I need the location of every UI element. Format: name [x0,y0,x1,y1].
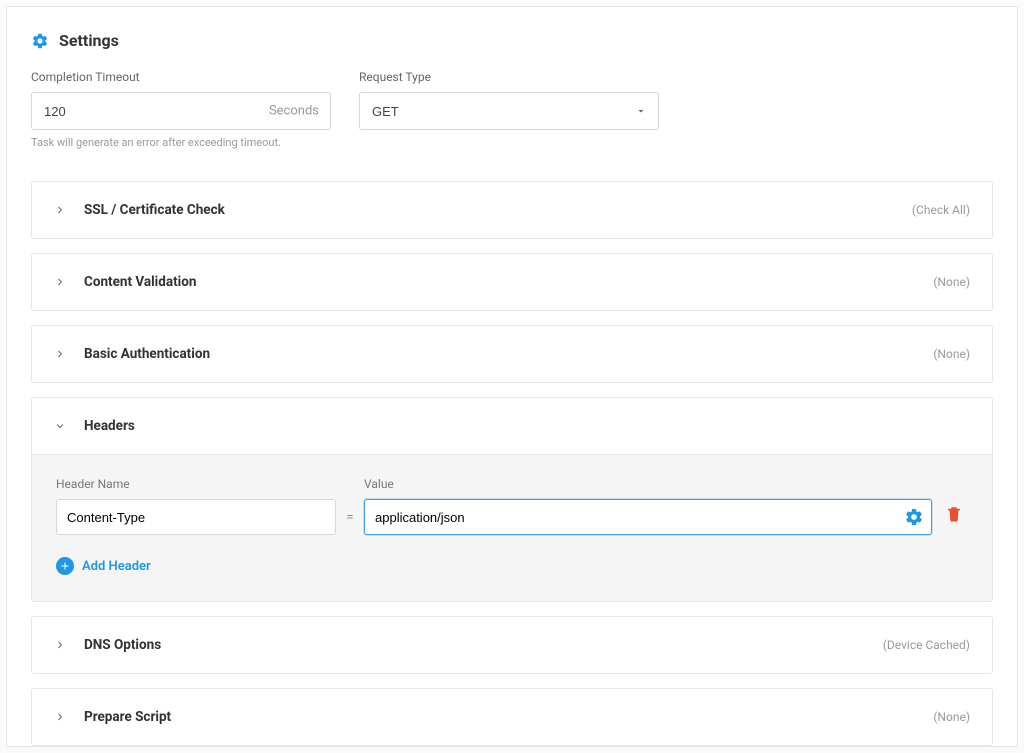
add-header-button[interactable]: Add Header [56,557,968,575]
header-row: Header Name = Value [56,477,968,535]
headers-body: Header Name = Value [32,454,992,601]
request-type-selected: GET [372,104,399,119]
section-headers-title: Headers [84,418,970,434]
chevron-right-icon [54,204,66,216]
section-ssl-status: (Check All) [912,203,970,217]
page-title: Settings [59,31,119,50]
section-dns: DNS Options (Device Cached) [31,616,993,674]
section-basic-auth-status: (None) [933,347,970,361]
section-headers-head[interactable]: Headers [32,398,992,454]
header-delete-col [940,503,968,535]
completion-timeout-input[interactable] [31,92,331,130]
delete-header-button[interactable] [943,503,965,525]
section-basic-auth-title: Basic Authentication [84,346,933,362]
add-header-label: Add Header [82,559,151,574]
section-ssl-head[interactable]: SSL / Certificate Check (Check All) [32,182,992,238]
section-prepare-script: Prepare Script (None) [31,688,993,746]
completion-timeout-field: Completion Timeout Seconds Task will gen… [31,70,331,149]
section-content-validation-title: Content Validation [84,274,933,290]
request-type-select[interactable]: GET [359,92,659,130]
settings-header: Settings [31,31,993,50]
section-basic-auth-head[interactable]: Basic Authentication (None) [32,326,992,382]
settings-top-row: Completion Timeout Seconds Task will gen… [31,70,993,149]
request-type-label: Request Type [359,70,659,84]
header-value-col: Value [364,477,932,535]
gear-icon[interactable] [904,507,924,527]
chevron-right-icon [54,276,66,288]
section-ssl-title: SSL / Certificate Check [84,202,912,218]
header-name-col: Header Name [56,477,336,535]
gear-icon [31,32,49,50]
header-name-input[interactable] [56,499,336,535]
section-ssl: SSL / Certificate Check (Check All) [31,181,993,239]
section-prepare-script-title: Prepare Script [84,709,933,725]
section-content-validation-head[interactable]: Content Validation (None) [32,254,992,310]
request-type-select-wrap: GET [359,92,659,130]
request-type-field: Request Type GET [359,70,659,149]
section-headers: Headers Header Name = Value [31,397,993,602]
section-dns-head[interactable]: DNS Options (Device Cached) [32,617,992,673]
completion-timeout-input-wrap: Seconds [31,92,331,130]
section-content-validation: Content Validation (None) [31,253,993,311]
equals-sign: = [344,510,356,535]
section-content-validation-status: (None) [933,275,970,289]
completion-timeout-helper: Task will generate an error after exceed… [31,136,331,149]
section-basic-auth: Basic Authentication (None) [31,325,993,383]
trash-icon [945,505,963,523]
section-dns-status: (Device Cached) [883,638,970,652]
section-dns-title: DNS Options [84,637,883,653]
chevron-down-icon [54,420,66,432]
plus-circle-icon [56,557,74,575]
settings-panel: Settings Completion Timeout Seconds Task… [6,6,1018,747]
chevron-right-icon [54,711,66,723]
chevron-right-icon [54,639,66,651]
header-name-label: Header Name [56,477,336,491]
chevron-right-icon [54,348,66,360]
completion-timeout-label: Completion Timeout [31,70,331,84]
section-prepare-script-head[interactable]: Prepare Script (None) [32,689,992,745]
header-value-label: Value [364,477,932,491]
section-prepare-script-status: (None) [933,710,970,724]
header-value-input[interactable] [364,499,932,535]
